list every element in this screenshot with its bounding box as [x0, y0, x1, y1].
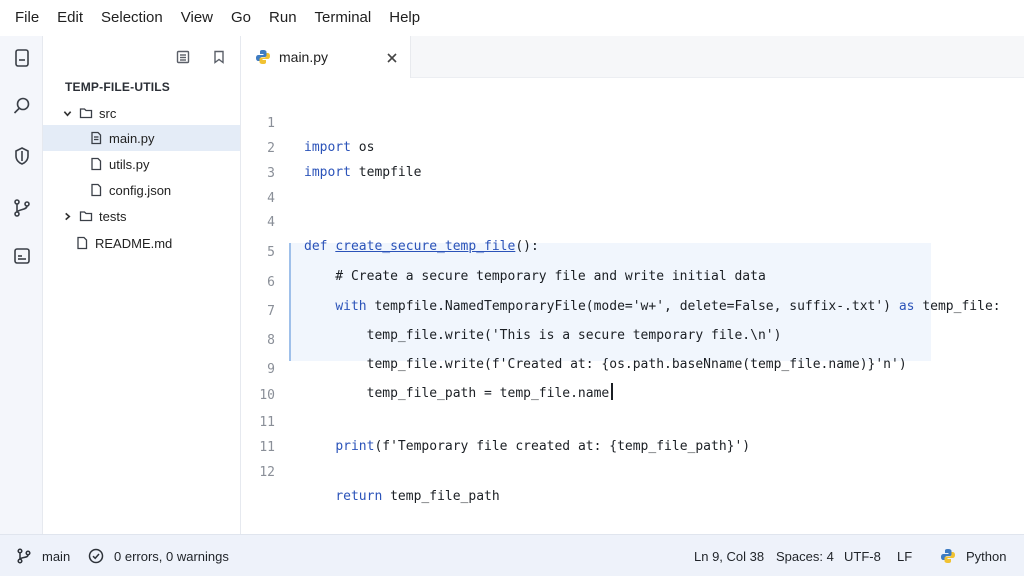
- close-icon[interactable]: [386, 51, 398, 63]
- extensions-icon[interactable]: [10, 244, 34, 268]
- chevron-down-icon: [61, 107, 73, 119]
- menu-edit[interactable]: Edit: [48, 0, 92, 36]
- tree-item-label: main.py: [109, 130, 155, 146]
- file-code-icon: [89, 131, 103, 145]
- tab-label: main.py: [279, 49, 329, 65]
- status-bar: main 0 errors, 0 warnings Ln 9, Col 38 S…: [0, 534, 1024, 576]
- menu-go[interactable]: Go: [222, 0, 260, 36]
- code-line[interactable]: 1 import os: [241, 88, 1024, 155]
- tree-item-label: utils.py: [109, 156, 150, 172]
- code-line[interactable]: 11 print(f'Temporary file created at: {t…: [241, 387, 1024, 454]
- tree-item-label: config.json: [109, 182, 172, 198]
- problems-indicator[interactable]: 0 errors, 0 warnings: [88, 535, 229, 576]
- code-line[interactable]: 8 temp_file.write(f'Created at: {os.path…: [241, 305, 1024, 372]
- code-line[interactable]: 2 import tempfile: [241, 113, 1024, 180]
- tree-file-readme[interactable]: README.md: [43, 230, 240, 256]
- shield-icon[interactable]: [10, 144, 34, 168]
- language-mode[interactable]: Python: [940, 535, 1006, 576]
- bookmark-icon[interactable]: [212, 50, 226, 69]
- python-icon: [941, 549, 955, 563]
- branch-name: main: [42, 548, 71, 564]
- file-icon: [89, 157, 103, 171]
- python-icon: [256, 50, 270, 64]
- line-endings[interactable]: LF: [897, 535, 912, 576]
- tree-item-label: README.md: [95, 235, 173, 251]
- folder-icon: [79, 106, 93, 120]
- explorer-title: TEMP-FILE-UTILS: [65, 80, 170, 94]
- menu-terminal[interactable]: Terminal: [306, 0, 381, 36]
- menu-view[interactable]: View: [172, 0, 222, 36]
- collapse-all-icon[interactable]: [176, 50, 190, 69]
- git-branch-icon: [17, 548, 31, 564]
- branch-indicator[interactable]: main: [16, 535, 70, 576]
- search-icon[interactable]: [10, 94, 34, 118]
- tree-file-config-json[interactable]: config.json: [43, 177, 240, 203]
- code-line[interactable]: 6 with tempfile.NamedTemporaryFile(mode=…: [241, 247, 1024, 314]
- code-line[interactable]: 3: [241, 138, 1024, 181]
- indentation[interactable]: Spaces: 4: [776, 535, 834, 576]
- explorer-toolbar: [176, 50, 226, 69]
- code-line[interactable]: 10: [241, 360, 1024, 403]
- tree-folder-tests[interactable]: tests: [43, 203, 240, 229]
- chevron-right-icon: [61, 210, 73, 222]
- code-line[interactable]: 4: [241, 163, 1024, 206]
- menu-help[interactable]: Help: [380, 0, 429, 36]
- menu-selection[interactable]: Selection: [92, 0, 172, 36]
- folder-icon: [79, 209, 93, 223]
- code-editor[interactable]: 1 import os 2 import tempfile 3 4 4 def …: [241, 78, 1024, 534]
- tree-file-utils-py[interactable]: utils.py: [43, 151, 240, 177]
- tab-main-py[interactable]: main.py: [241, 36, 411, 78]
- code-line[interactable]: 12 return temp_file_path: [241, 437, 1024, 504]
- file-icon: [89, 183, 103, 197]
- menu-file[interactable]: File: [6, 0, 48, 36]
- code-line[interactable]: 9 temp_file_path = temp_file.name: [241, 334, 1024, 401]
- line-text: return temp_file_path: [335, 489, 500, 504]
- check-circle-icon: [88, 548, 104, 564]
- code-line[interactable]: 11: [241, 412, 1024, 455]
- menu-run[interactable]: Run: [260, 0, 306, 36]
- menu-bar: File Edit Selection View Go Run Terminal…: [0, 0, 1024, 36]
- editor-tab-bar: main.py: [241, 36, 1024, 78]
- activity-bar: [0, 36, 43, 534]
- explorer-sidebar: TEMP-FILE-UTILS src main.py utils.py con…: [43, 36, 241, 534]
- code-line[interactable]: 4 def create_secure_temp_file():: [241, 187, 1024, 254]
- tree-item-label: src: [99, 105, 117, 121]
- line-number: 12: [259, 465, 275, 480]
- tree-item-label: tests: [99, 208, 127, 224]
- problems-text: 0 errors, 0 warnings: [114, 548, 229, 564]
- language-name: Python: [966, 548, 1007, 564]
- tree-file-main-py[interactable]: main.py: [43, 125, 240, 151]
- tree-folder-src[interactable]: src: [43, 100, 240, 126]
- cursor-position[interactable]: Ln 9, Col 38: [694, 535, 764, 576]
- file-icon: [75, 236, 89, 250]
- code-line[interactable]: 5 # Create a secure temporary file and w…: [241, 217, 1024, 284]
- code-line[interactable]: 7 temp_file.write('This is a secure temp…: [241, 276, 1024, 343]
- source-control-icon[interactable]: [10, 196, 34, 220]
- explorer-icon[interactable]: [10, 46, 34, 70]
- encoding[interactable]: UTF-8: [844, 535, 881, 576]
